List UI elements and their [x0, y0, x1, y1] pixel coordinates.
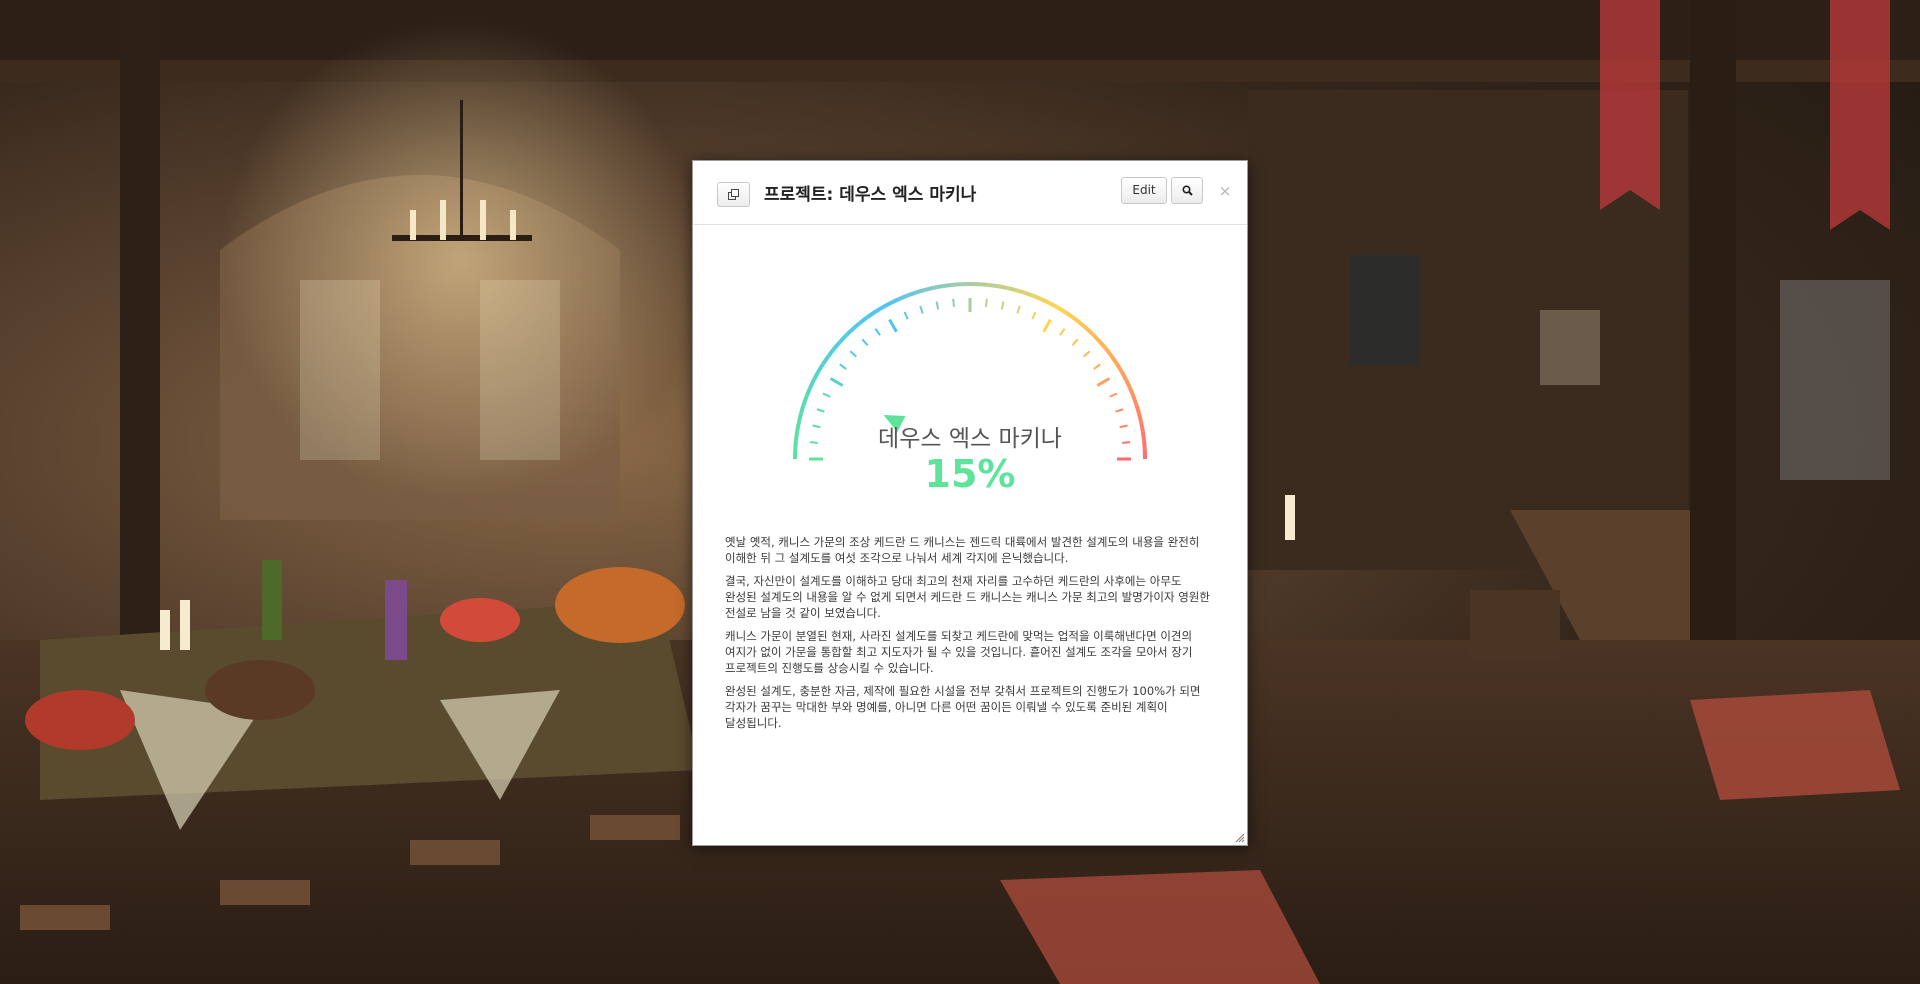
gauge-arc-segment	[898, 293, 909, 301]
gauge-arc-segment	[808, 378, 816, 389]
gauge-arc-segment	[915, 288, 926, 295]
gauge-arc-segment	[851, 321, 862, 331]
gauge-tick	[1059, 328, 1066, 336]
gauge-arc-segment	[1124, 378, 1132, 389]
gauge-arc-segment	[799, 404, 806, 415]
gauge-arc-segment	[1040, 297, 1051, 305]
project-description: 옛날 옛적, 캐니스 가문의 조상 케드란 드 캐니스는 젠드릭 대륙에서 발견…	[725, 534, 1213, 738]
gauge-arc-segment	[1064, 310, 1075, 320]
gauge-tick	[1042, 318, 1052, 333]
description-paragraph: 캐니스 가문이 분열된 현재, 사라진 설계도를 되찾고 케드란에 맞먹는 업적…	[725, 629, 1193, 675]
gauge-arc-segment	[838, 333, 848, 344]
gauge-arc-segment	[1048, 301, 1059, 310]
gauge-tick	[952, 298, 956, 307]
gauge-tick	[1071, 338, 1079, 346]
gauge-tick	[1109, 392, 1118, 398]
gauge-tick	[888, 318, 898, 333]
project-dialog: 프로젝트: 데우스 엑스 마키나 Edit × 데우스 엑스 마키나 15% 옛…	[692, 160, 1248, 846]
gauge-tick	[816, 408, 825, 413]
dialog-header: 프로젝트: 데우스 엑스 마키나 Edit ×	[693, 161, 1247, 225]
magnifier-icon	[1182, 185, 1193, 196]
description-paragraph: 옛날 옛적, 캐니스 가문의 조상 케드란 드 캐니스는 젠드릭 대륙에서 발견…	[725, 535, 1200, 565]
gauge-arc-segment	[1098, 340, 1108, 351]
gauge-arc-segment	[1056, 305, 1067, 314]
gauge-arc-segment	[979, 282, 989, 287]
gauge-tick	[839, 363, 847, 370]
description-paragraph: 결국, 자신만이 설계도를 이해하고 당대 최고의 천재 자리를 고수하던 케드…	[725, 574, 1210, 620]
gauge-arc-segment	[826, 347, 836, 358]
gauge-arc-segment	[988, 282, 998, 289]
gauge-percent: 15%	[924, 452, 1016, 496]
gauge-tick	[861, 338, 869, 346]
gauge-arc-segment	[881, 301, 892, 310]
gauge-tick	[1083, 350, 1091, 358]
edit-button[interactable]: Edit	[1121, 177, 1167, 204]
resize-grip-icon[interactable]	[1235, 833, 1245, 843]
gauge-tick	[935, 301, 940, 310]
gauge-arc-segment	[1128, 387, 1136, 398]
gauge-arc-segment	[1031, 293, 1042, 301]
gauge-arc-segment	[832, 340, 842, 351]
gauge-arc-segment	[1014, 288, 1025, 295]
gauge-tick	[849, 350, 857, 358]
gauge-tick	[1031, 311, 1037, 320]
gauge-arc-segment	[997, 284, 1007, 290]
gauge-arc-segment	[816, 362, 825, 373]
gauge-label: 데우스 엑스 마키나	[878, 426, 1062, 452]
gauge-arc-segment	[1092, 333, 1102, 344]
gauge-arc-segment	[942, 282, 952, 289]
gauge-tick	[874, 328, 881, 336]
gauge-tick	[1016, 305, 1021, 314]
gauge-arc-segment	[804, 387, 812, 398]
search-button[interactable]	[1171, 177, 1203, 204]
gauge-arc-segment	[1115, 362, 1124, 373]
gauge-arc-segment	[951, 282, 961, 287]
gauge-arc-segment	[1131, 395, 1139, 406]
gauge-arc-segment	[873, 305, 884, 314]
gauge-arc-segment	[889, 297, 900, 305]
dialog-title: 프로젝트: 데우스 엑스 마키나	[764, 185, 977, 205]
description-paragraph: 완성된 설계도, 충분한 자금, 제작에 필요한 시설을 전부 갖춰서 프로젝트…	[725, 684, 1201, 730]
gauge-tick	[984, 298, 988, 307]
gauge-tick	[822, 392, 831, 398]
gauge-arc-segment	[1119, 370, 1128, 381]
gauge-arc-segment	[933, 284, 943, 290]
close-x-icon[interactable]: ×	[1217, 183, 1233, 199]
gauge-arc-segment	[858, 315, 869, 325]
gauge-arc-segment	[1085, 327, 1096, 337]
gauge-tick	[919, 305, 924, 314]
gauge-tick	[1000, 301, 1005, 310]
gauge-arc-segment	[1134, 404, 1141, 415]
gauge-arc-segment	[1104, 347, 1114, 358]
gauge-arc-segment	[801, 395, 809, 406]
gauge-arc-segment	[1071, 315, 1082, 325]
gauge-arc-segment	[906, 290, 917, 298]
gauge-arc-segment	[1023, 290, 1034, 298]
gauge-tick	[903, 311, 909, 320]
gauge-tick	[1096, 377, 1111, 387]
gauge-tick	[1115, 408, 1124, 413]
gauge-tick	[1093, 363, 1101, 370]
gauge-arc-segment	[844, 327, 855, 337]
gauge-arc-segment	[924, 285, 935, 292]
copy-button[interactable]	[717, 182, 750, 207]
gauge-arc-segment	[1109, 354, 1119, 365]
copy-window-icon	[728, 189, 739, 200]
gauge-arc-segment	[865, 310, 876, 320]
gauge-arc-segment	[812, 370, 821, 381]
gauge-arc-segment	[821, 354, 831, 365]
gauge-arc-segment	[1078, 321, 1089, 331]
gauge-tick	[829, 377, 844, 387]
gauge-arc-segment	[1005, 285, 1016, 292]
